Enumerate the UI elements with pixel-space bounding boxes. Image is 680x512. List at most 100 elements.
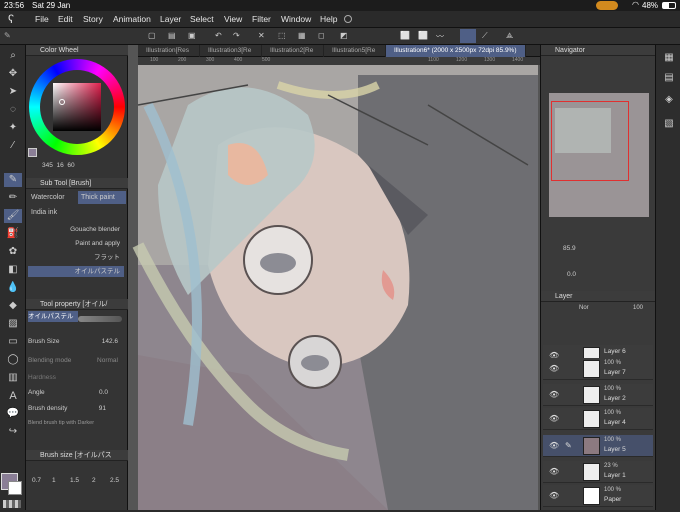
- app-logo-icon[interactable]: ʕ: [8, 12, 14, 26]
- size-preset-1[interactable]: 1: [52, 475, 64, 486]
- brush-density-value[interactable]: 91: [78, 403, 106, 414]
- snap-ruler-icon[interactable]: ⬜: [400, 31, 410, 40]
- doc-tab-active[interactable]: Illustration6* (2000 x 2500px 72dpi 85.9…: [386, 45, 526, 57]
- doc-tab-1[interactable]: Illustration[Res: [138, 45, 200, 57]
- menu-animation[interactable]: Animation: [113, 14, 151, 24]
- eyedropper-icon[interactable]: ⁄: [4, 139, 22, 153]
- layer-dock-icon[interactable]: ◈: [660, 93, 678, 107]
- rotation-value[interactable]: 0.0: [567, 271, 576, 278]
- fill-icon[interactable]: ◆: [4, 299, 22, 313]
- frame-icon[interactable]: ◯: [4, 353, 22, 367]
- tab-watercolor[interactable]: Watercolor: [28, 191, 76, 204]
- zoom-icon[interactable]: ⌕: [4, 49, 22, 63]
- correct-line-icon[interactable]: ↪: [4, 425, 22, 439]
- stroke-mode-icon[interactable]: [460, 29, 476, 43]
- menu-edit[interactable]: Edit: [58, 14, 73, 24]
- hue-ring[interactable]: [29, 59, 125, 155]
- menu-file[interactable]: File: [35, 14, 49, 24]
- brush-flat[interactable]: フラット: [28, 252, 124, 263]
- size-preset-2[interactable]: 1.5: [70, 475, 82, 486]
- lasso-icon[interactable]: ◌: [4, 103, 22, 117]
- sub-view-dock-icon[interactable]: ▤: [660, 71, 678, 85]
- pencil-icon[interactable]: ✎: [4, 31, 11, 40]
- artwork-canvas[interactable]: [128, 45, 540, 510]
- stabilizer-icon[interactable]: 〰: [436, 31, 444, 42]
- layer-row[interactable]: 👁 100 % Paper: [543, 485, 653, 507]
- airbrush-icon[interactable]: ⛽: [4, 227, 22, 241]
- doc-tab-3[interactable]: Illustration2[Re: [262, 45, 324, 57]
- material-dock-icon[interactable]: ▧: [660, 117, 678, 131]
- blend-icon[interactable]: 💧: [4, 281, 22, 295]
- save-icon[interactable]: ▣: [188, 31, 196, 40]
- navigator-preview[interactable]: [549, 93, 649, 217]
- pencil-tool-icon[interactable]: ✏: [4, 191, 22, 205]
- eye-icon[interactable]: 👁: [549, 390, 559, 399]
- clear-icon[interactable]: ✕: [258, 31, 265, 40]
- text-icon[interactable]: A: [4, 389, 22, 403]
- more-icon[interactable]: [344, 15, 352, 23]
- magic-wand-icon[interactable]: ✦: [4, 121, 22, 135]
- eye-icon[interactable]: 👁: [549, 364, 559, 373]
- move-icon[interactable]: ✥: [4, 67, 22, 81]
- brush-tool-icon[interactable]: 🖌: [4, 209, 22, 223]
- open-file-icon[interactable]: ▤: [168, 31, 176, 40]
- new-file-icon[interactable]: ▢: [148, 31, 156, 40]
- navigator-dock-icon[interactable]: ▦: [660, 51, 678, 65]
- menu-select[interactable]: Select: [190, 14, 214, 24]
- transparent-color-swatch[interactable]: [3, 500, 21, 508]
- eye-icon[interactable]: 👁: [549, 441, 559, 450]
- figure-icon[interactable]: ▭: [4, 335, 22, 349]
- pen-pressure-icon[interactable]: ⟋: [482, 31, 488, 41]
- snap-special-icon[interactable]: ⬜: [418, 31, 428, 40]
- brush-oil-pastel[interactable]: オイルパステル: [28, 266, 124, 277]
- menu-help[interactable]: Help: [320, 14, 337, 24]
- layer-opacity[interactable]: 100: [633, 305, 643, 311]
- size-preset-3[interactable]: 2: [92, 475, 104, 486]
- balloon-icon[interactable]: 💬: [4, 407, 22, 421]
- layer-row[interactable]: 👁 100 % Layer 7: [543, 358, 653, 380]
- menu-layer[interactable]: Layer: [160, 14, 181, 24]
- quick-access-icon[interactable]: ⟁: [506, 31, 513, 41]
- redo-icon[interactable]: ↷: [233, 31, 240, 40]
- tab-india-ink[interactable]: India ink: [28, 206, 76, 219]
- eraser-icon[interactable]: ◧: [4, 263, 22, 277]
- blending-mode-value[interactable]: Normal: [78, 355, 118, 366]
- invert-icon[interactable]: ◩: [340, 31, 348, 40]
- brush-paint-and-apply[interactable]: Paint and apply: [28, 238, 124, 249]
- eye-icon[interactable]: 👁: [549, 491, 559, 500]
- select-all-icon[interactable]: ▦: [298, 31, 306, 40]
- undo-icon[interactable]: ↶: [215, 31, 222, 40]
- layer-row[interactable]: 👁 100 % Layer 2: [543, 384, 653, 406]
- decoration-icon[interactable]: ✿: [4, 245, 22, 259]
- size-preset-0[interactable]: 0.7: [32, 475, 44, 486]
- ruler-icon[interactable]: ▥: [4, 371, 22, 385]
- layer-row[interactable]: 👁 100 % Layer 4: [543, 408, 653, 430]
- transform-icon[interactable]: ⬚: [278, 31, 286, 40]
- layer-row-selected[interactable]: 👁 ✎ 100 % Layer 5: [543, 435, 653, 457]
- color-picker-cursor[interactable]: [59, 99, 65, 105]
- brush-gouache-blender[interactable]: Gouache blender: [28, 224, 124, 235]
- angle-value[interactable]: 0.0: [78, 387, 108, 398]
- menu-filter[interactable]: Filter: [252, 14, 271, 24]
- doc-tab-4[interactable]: Illustration5[Re: [324, 45, 386, 57]
- deselect-icon[interactable]: ◻: [318, 31, 325, 40]
- eye-icon[interactable]: 👁: [549, 414, 559, 423]
- size-preset-4[interactable]: 2.5: [110, 475, 124, 486]
- navigator-viewport[interactable]: [551, 101, 629, 181]
- eye-icon[interactable]: 👁: [549, 467, 559, 476]
- menu-window[interactable]: Window: [281, 14, 311, 24]
- tab-thick-paint[interactable]: Thick paint: [78, 191, 126, 204]
- brush-size-value[interactable]: 142.6: [78, 336, 118, 347]
- operation-icon[interactable]: ➤: [4, 85, 22, 99]
- gradient-icon[interactable]: ▨: [4, 317, 22, 331]
- layer-row[interactable]: 👁 23 % Layer 1: [543, 461, 653, 483]
- menu-story[interactable]: Story: [83, 14, 103, 24]
- sub-color-swatch[interactable]: [8, 481, 22, 495]
- saturation-square[interactable]: [53, 83, 101, 131]
- canvas-area[interactable]: [128, 45, 540, 510]
- pen-tool-icon[interactable]: ✎: [4, 173, 22, 187]
- menu-view[interactable]: View: [224, 14, 242, 24]
- zoom-value[interactable]: 85.9: [563, 245, 576, 252]
- layer-blend-mode[interactable]: Nor: [579, 305, 589, 311]
- doc-tab-2[interactable]: Illustration3[Re: [200, 45, 262, 57]
